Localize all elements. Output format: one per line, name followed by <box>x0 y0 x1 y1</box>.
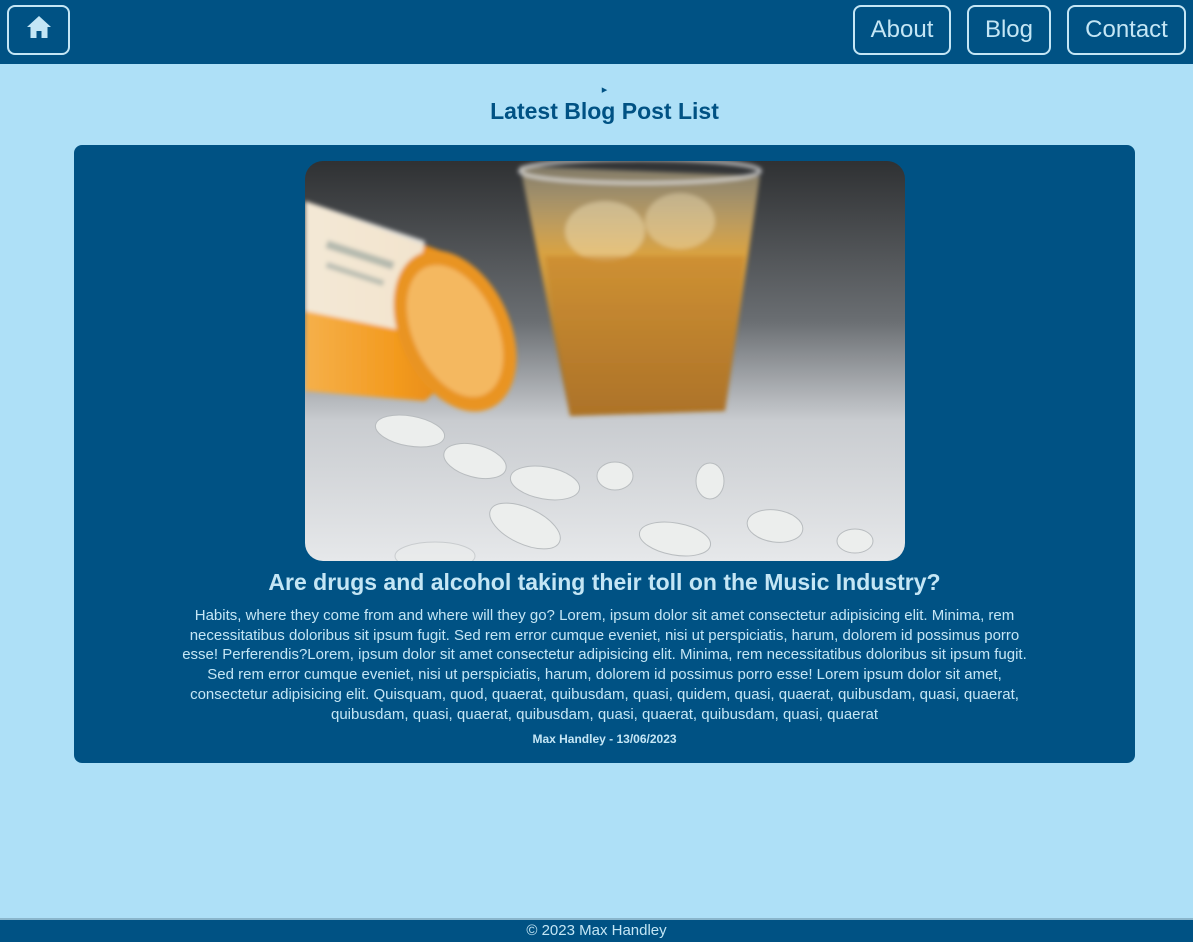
disclosure-triangle-icon[interactable]: ▸ <box>8 83 1193 96</box>
nav-blog-button[interactable]: Blog <box>967 5 1051 55</box>
post-author-date: Max Handley - 13/06/2023 <box>532 732 677 746</box>
nav-contact-button[interactable]: Contact <box>1067 5 1186 55</box>
section-title[interactable]: Latest Blog Post List <box>0 98 1193 125</box>
blog-post-card: Are drugs and alcohol taking their toll … <box>74 145 1135 763</box>
nav-about-button[interactable]: About <box>853 5 951 55</box>
post-title[interactable]: Are drugs and alcohol taking their toll … <box>74 569 1135 596</box>
home-button[interactable] <box>7 5 70 55</box>
footer: © 2023 Max Handley <box>0 918 1193 942</box>
footer-copyright: © 2023 Max Handley <box>526 922 667 939</box>
post-image[interactable] <box>305 161 905 561</box>
post-excerpt: Habits, where they come from and where w… <box>182 607 1027 723</box>
top-navbar: About Blog Contact <box>0 0 1193 64</box>
home-icon <box>24 12 54 49</box>
